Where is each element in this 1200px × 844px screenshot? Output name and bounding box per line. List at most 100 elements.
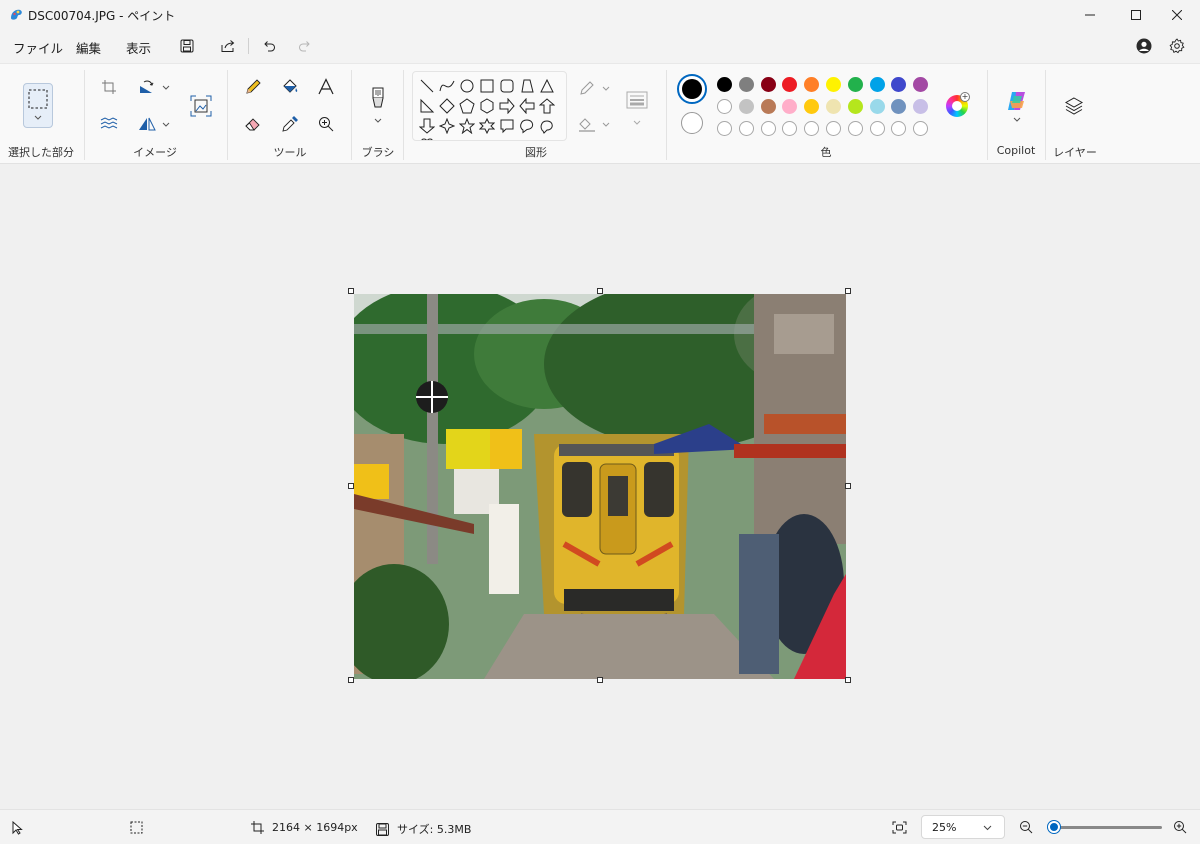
rounded-rectangle-shape-icon[interactable]	[499, 78, 515, 94]
polygon-shape-icon[interactable]	[519, 78, 535, 94]
heart-shape-icon[interactable]	[419, 136, 435, 141]
flip-icon[interactable]	[136, 113, 158, 135]
menu-view[interactable]: 表示	[126, 38, 151, 57]
rectangle-shape-icon[interactable]	[479, 78, 495, 94]
chevron-down-icon[interactable]	[374, 118, 382, 124]
custom-color-slot[interactable]	[847, 121, 863, 136]
custom-color-slot[interactable]	[804, 121, 820, 136]
custom-color-slot[interactable]	[717, 121, 732, 136]
color-swatch[interactable]	[847, 77, 863, 92]
custom-color-slot[interactable]	[782, 121, 798, 136]
chevron-down-icon[interactable]	[162, 85, 170, 91]
resize-handle[interactable]	[597, 677, 603, 683]
up-arrow-shape-icon[interactable]	[539, 98, 555, 114]
pentagon-shape-icon[interactable]	[459, 98, 475, 114]
color-swatch[interactable]	[782, 99, 798, 114]
custom-color-slot[interactable]	[869, 121, 885, 136]
edit-colors-button[interactable]: +	[946, 92, 970, 117]
color-swatch[interactable]	[869, 99, 885, 114]
right-triangle-shape-icon[interactable]	[419, 98, 435, 114]
color-picker-icon[interactable]	[279, 113, 301, 135]
color-swatch[interactable]	[804, 99, 820, 114]
down-arrow-shape-icon[interactable]	[419, 118, 435, 134]
custom-color-slot[interactable]	[891, 121, 907, 136]
color-swatch[interactable]	[738, 77, 754, 92]
color-swatch[interactable]	[913, 77, 929, 92]
selection-button[interactable]	[23, 83, 53, 128]
menu-edit[interactable]: 編集	[76, 38, 101, 57]
zoom-slider[interactable]	[1050, 826, 1162, 829]
color-swatch[interactable]	[804, 77, 820, 92]
zoom-dropdown[interactable]: 25%	[921, 815, 1005, 839]
copilot-icon[interactable]	[1004, 88, 1030, 114]
curve-shape-icon[interactable]	[439, 78, 455, 94]
brush-icon[interactable]	[367, 87, 389, 109]
pencil-icon[interactable]	[242, 76, 264, 98]
crop-icon[interactable]	[98, 76, 120, 98]
magnifier-icon[interactable]	[315, 113, 337, 135]
resize-handle[interactable]	[845, 483, 851, 489]
shape-fill-icon[interactable]	[576, 114, 598, 136]
line-size-icon[interactable]	[626, 89, 648, 111]
color-swatch[interactable]	[913, 99, 929, 114]
chevron-down-icon[interactable]	[602, 86, 610, 92]
custom-color-slot[interactable]	[760, 121, 776, 136]
color-swatch[interactable]	[717, 99, 732, 114]
custom-color-slot[interactable]	[738, 121, 754, 136]
triangle-shape-icon[interactable]	[539, 78, 555, 94]
minimize-button[interactable]	[1067, 0, 1113, 30]
resize-handle[interactable]	[845, 288, 851, 294]
fill-bucket-icon[interactable]	[279, 76, 301, 98]
chevron-down-icon[interactable]	[1013, 117, 1021, 123]
rotate-icon[interactable]	[136, 76, 158, 98]
resize-handle[interactable]	[348, 677, 354, 683]
color-swatch[interactable]	[826, 99, 841, 114]
custom-color-slot[interactable]	[913, 121, 929, 136]
resize-handle[interactable]	[348, 483, 354, 489]
five-point-star-shape-icon[interactable]	[459, 118, 475, 134]
oval-callout-shape-icon[interactable]	[519, 118, 535, 134]
text-icon[interactable]	[315, 76, 337, 98]
resize-icon[interactable]	[98, 113, 120, 135]
color-swatch[interactable]	[847, 99, 863, 114]
settings-gear-icon[interactable]	[1168, 37, 1186, 55]
diamond-shape-icon[interactable]	[439, 98, 455, 114]
cloud-callout-shape-icon[interactable]	[539, 118, 555, 134]
canvas-image[interactable]	[354, 294, 846, 679]
custom-color-slot[interactable]	[826, 121, 841, 136]
color-swatch[interactable]	[891, 99, 907, 114]
color-swatch[interactable]	[826, 77, 841, 92]
primary-color-button[interactable]	[677, 74, 707, 104]
undo-icon[interactable]	[260, 37, 278, 55]
close-button[interactable]	[1154, 0, 1200, 30]
zoom-out-icon[interactable]	[1019, 820, 1033, 834]
six-point-star-shape-icon[interactable]	[479, 118, 495, 134]
zoom-in-icon[interactable]	[1173, 820, 1187, 834]
color-swatch[interactable]	[760, 77, 776, 92]
color-swatch[interactable]	[782, 77, 798, 92]
account-icon[interactable]	[1135, 37, 1153, 55]
right-arrow-shape-icon[interactable]	[499, 98, 515, 114]
line-shape-icon[interactable]	[419, 78, 435, 94]
save-icon[interactable]	[178, 37, 196, 55]
color-swatch[interactable]	[738, 99, 754, 114]
image-select-icon[interactable]	[190, 95, 212, 117]
menu-file[interactable]: ファイル	[13, 38, 63, 57]
chevron-down-icon[interactable]	[162, 122, 170, 128]
redo-icon[interactable]	[296, 37, 314, 55]
resize-handle[interactable]	[348, 288, 354, 294]
color-swatch[interactable]	[891, 77, 907, 92]
chevron-down-icon[interactable]	[633, 120, 641, 126]
hexagon-shape-icon[interactable]	[479, 98, 495, 114]
color-swatch[interactable]	[760, 99, 776, 114]
eraser-icon[interactable]	[242, 113, 264, 135]
four-point-star-shape-icon[interactable]	[439, 118, 455, 134]
outline-icon[interactable]	[576, 78, 598, 100]
chevron-down-icon[interactable]	[602, 122, 610, 128]
layers-icon[interactable]	[1063, 95, 1085, 117]
rect-callout-shape-icon[interactable]	[499, 118, 515, 134]
share-icon[interactable]	[219, 37, 237, 55]
zoom-slider-handle[interactable]	[1048, 821, 1060, 833]
resize-handle[interactable]	[597, 288, 603, 294]
resize-handle[interactable]	[845, 677, 851, 683]
